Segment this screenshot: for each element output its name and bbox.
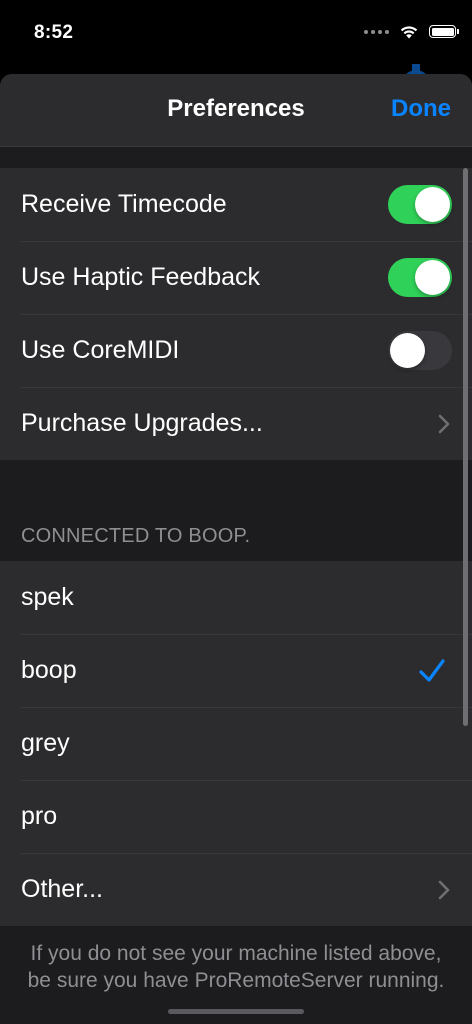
machine-label: boop <box>21 656 77 684</box>
navigation-bar: Preferences Done <box>0 74 472 147</box>
receive-timecode-label: Receive Timecode <box>21 190 227 218</box>
machine-row-boop[interactable]: boop <box>0 634 472 707</box>
core-midi-label: Use CoreMIDI <box>21 336 180 364</box>
machine-label: pro <box>21 802 58 830</box>
machine-row-grey[interactable]: grey <box>0 707 472 780</box>
battery-icon <box>429 25 459 38</box>
machines-group: spek boop grey pro Other... <box>0 561 472 926</box>
machine-row-spek[interactable]: spek <box>0 561 472 634</box>
haptic-feedback-label: Use Haptic Feedback <box>21 263 261 291</box>
purchase-upgrades-label: Purchase Upgrades... <box>21 409 263 437</box>
machine-label: grey <box>21 729 70 757</box>
home-indicator[interactable] <box>168 1009 304 1014</box>
chevron-right-icon <box>438 414 450 433</box>
haptic-feedback-row: Use Haptic Feedback <box>0 241 472 314</box>
checkmark-icon <box>419 658 445 682</box>
done-button[interactable]: Done <box>391 95 451 123</box>
receive-timecode-toggle[interactable] <box>388 185 452 224</box>
cellular-signal-icon <box>364 29 389 34</box>
receive-timecode-row: Receive Timecode <box>0 168 472 241</box>
status-icons <box>364 24 459 39</box>
status-bar: 8:52 <box>0 0 472 70</box>
preferences-sheet: Preferences Done Receive Timecode Use Ha… <box>0 74 472 1024</box>
footer-help-text: If you do not see your machine listed ab… <box>27 942 445 992</box>
wifi-icon <box>400 26 418 39</box>
machines-section-header: CONNECTED TO BOOP. <box>21 525 251 547</box>
core-midi-toggle[interactable] <box>388 331 452 370</box>
scroll-indicator[interactable] <box>463 168 468 726</box>
machine-label: spek <box>21 583 74 611</box>
haptic-feedback-toggle[interactable] <box>388 258 452 297</box>
status-time: 8:52 <box>34 22 74 43</box>
chevron-right-icon <box>438 880 450 899</box>
other-machine-label: Other... <box>21 875 103 903</box>
machine-row-pro[interactable]: pro <box>0 780 472 853</box>
other-machine-row[interactable]: Other... <box>0 853 472 926</box>
core-midi-row: Use CoreMIDI <box>0 314 472 387</box>
settings-group: Receive Timecode Use Haptic Feedback Use… <box>0 168 472 460</box>
purchase-upgrades-row[interactable]: Purchase Upgrades... <box>0 387 472 460</box>
